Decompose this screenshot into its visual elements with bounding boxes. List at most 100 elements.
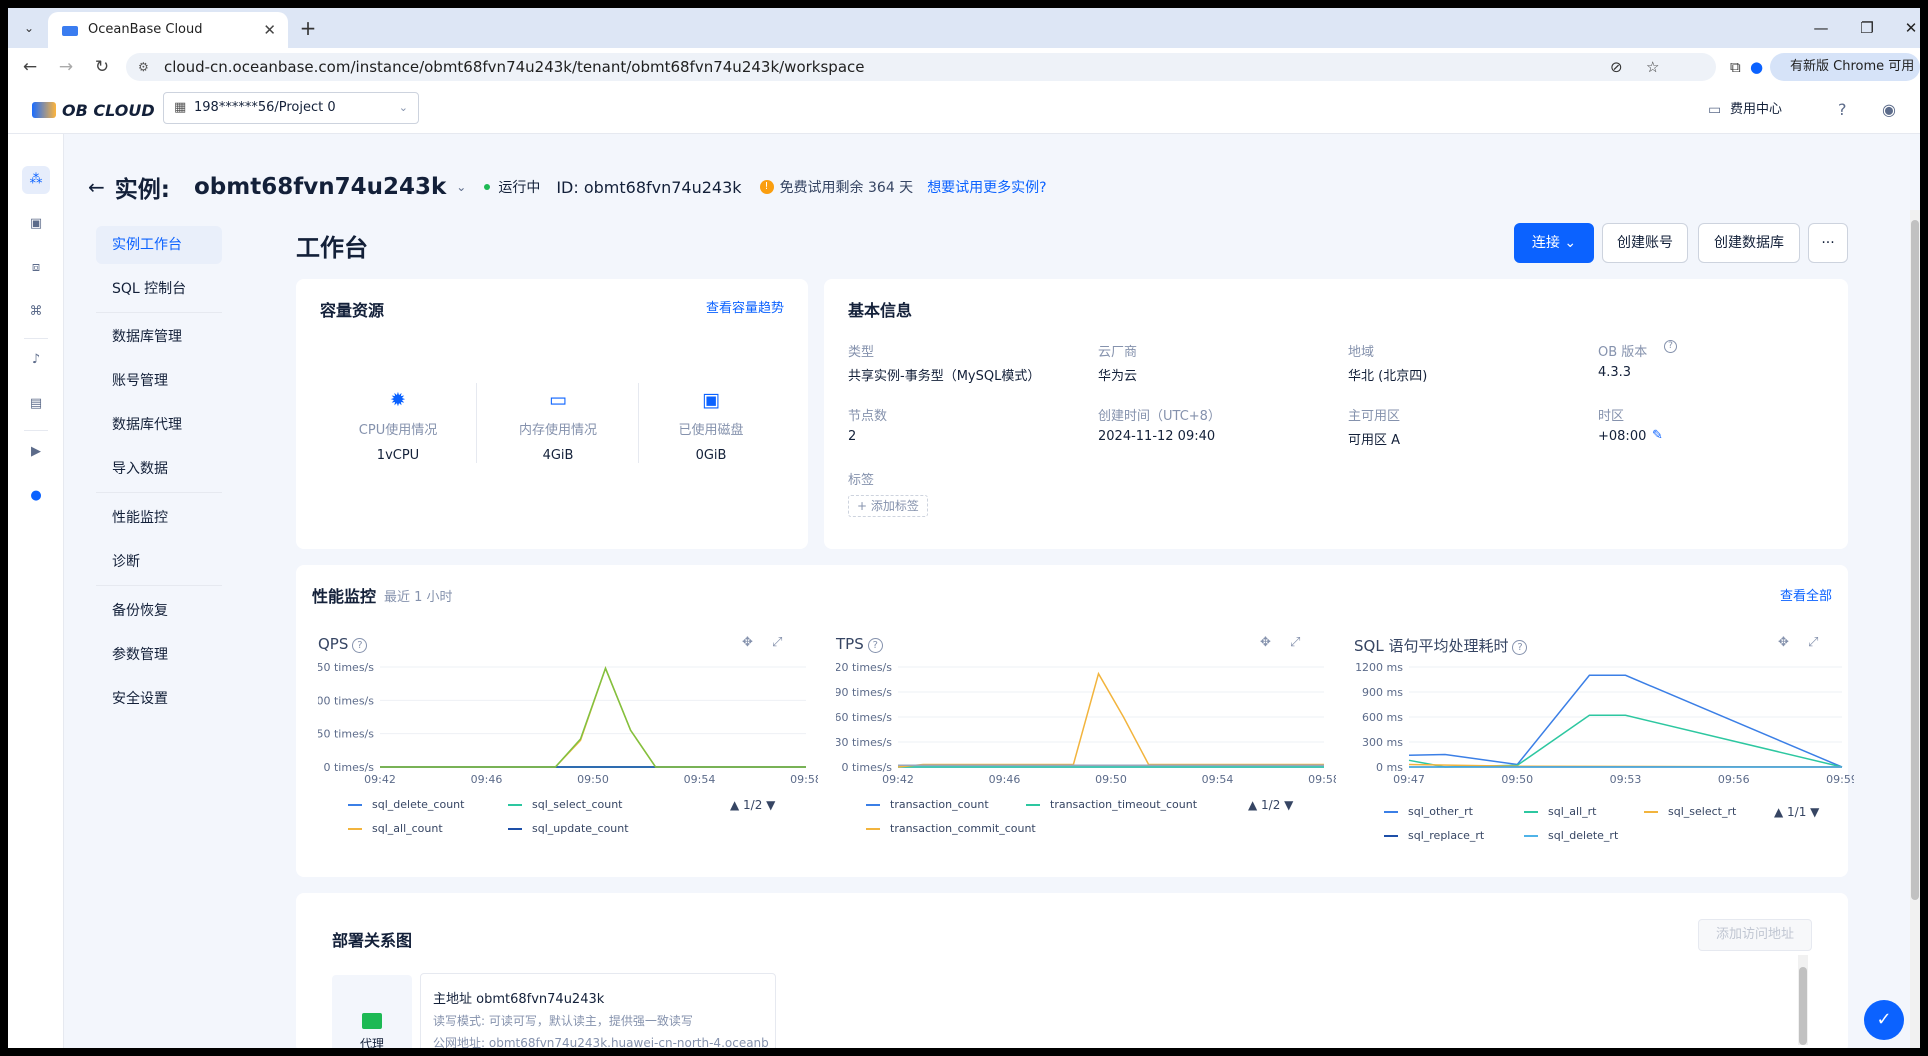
add-access-address-button[interactable]: 添加访问地址 bbox=[1698, 919, 1812, 951]
subnav-import-data[interactable]: 导入数据 bbox=[96, 450, 222, 488]
subnav-sql-console[interactable]: SQL 控制台 bbox=[96, 270, 222, 308]
create-database-button[interactable]: 创建数据库 bbox=[1698, 223, 1800, 263]
reload-icon[interactable]: ↻ bbox=[88, 54, 116, 80]
capacity-trend-link[interactable]: 查看容量趋势 bbox=[706, 297, 784, 316]
status-badge: 运行中 bbox=[498, 180, 541, 196]
integration-icon[interactable]: ⌘ bbox=[22, 298, 50, 326]
subnav-workspace[interactable]: 实例工作台 bbox=[96, 226, 222, 264]
legend-pager[interactable]: ▲ 1/2 ▼ bbox=[730, 798, 775, 812]
legend-item[interactable]: sql_select_count bbox=[508, 798, 623, 811]
logo-mark-icon bbox=[32, 102, 56, 118]
console-icon[interactable]: ▣ bbox=[22, 210, 50, 238]
subnav-backup-restore[interactable]: 备份恢复 bbox=[96, 592, 222, 630]
create-account-button[interactable]: 创建账号 bbox=[1602, 223, 1688, 263]
subnav-performance[interactable]: 性能监控 bbox=[96, 499, 222, 537]
video-icon[interactable]: ▶ bbox=[22, 438, 50, 466]
lightbulb-icon[interactable]: ● bbox=[22, 482, 50, 510]
legend-pager[interactable]: ▲ 1/1 ▼ bbox=[1774, 805, 1819, 819]
minimize-window-button[interactable]: — bbox=[1798, 8, 1844, 48]
legend-item[interactable]: sql_select_rt bbox=[1644, 805, 1736, 818]
forward-arrow-icon[interactable]: → bbox=[52, 54, 80, 80]
help-icon[interactable]: ? bbox=[1512, 640, 1528, 655]
drag-move-icon[interactable]: ✥ bbox=[1778, 635, 1789, 650]
project-selector[interactable]: ▦ 198******56/Project 0 ⌄ bbox=[163, 92, 419, 124]
legend-label: sql_delete_count bbox=[372, 798, 465, 811]
legend-swatch bbox=[1384, 834, 1398, 837]
subnav-diagnosis[interactable]: 诊断 bbox=[96, 543, 222, 581]
legend-item[interactable]: transaction_commit_count bbox=[866, 822, 1036, 835]
drag-move-icon[interactable]: ✥ bbox=[1260, 635, 1271, 650]
tab-search-button[interactable]: ⌄ bbox=[16, 16, 42, 40]
instance-name[interactable]: obmt68fvn74u243k bbox=[194, 174, 446, 200]
bookmark-star-icon[interactable]: ☆ bbox=[1646, 53, 1659, 81]
y-tick-label: 90 times/s bbox=[836, 686, 892, 699]
help-icon[interactable]: ? bbox=[867, 638, 883, 653]
legend-item[interactable]: sql_delete_count bbox=[348, 798, 464, 811]
help-icon[interactable]: ? bbox=[352, 638, 368, 653]
chrome-update-button[interactable]: 有新版 Chrome 可用 bbox=[1770, 53, 1920, 81]
cpu-usage: ✹ CPU使用情况 1vCPU bbox=[318, 389, 478, 463]
subnav-database-mgmt[interactable]: 数据库管理 bbox=[96, 318, 222, 356]
site-settings-icon[interactable]: ⚙ bbox=[138, 53, 149, 81]
field-label: 地域 bbox=[1348, 345, 1375, 360]
migration-icon[interactable]: ⧈ bbox=[22, 254, 50, 282]
billing-center-link[interactable]: 费用中心 bbox=[1730, 86, 1782, 134]
close-tab-icon[interactable]: ✕ bbox=[263, 12, 276, 48]
subnav-account-mgmt[interactable]: 账号管理 bbox=[96, 362, 222, 400]
x-tick-label: 09:58 bbox=[1308, 773, 1336, 786]
expand-icon[interactable]: ⤢ bbox=[1808, 635, 1818, 650]
legend-item[interactable]: sql_all_count bbox=[348, 822, 443, 835]
help-icon[interactable]: ? bbox=[1838, 86, 1847, 134]
more-actions-button[interactable]: ··· bbox=[1808, 223, 1848, 263]
subnav-security[interactable]: 安全设置 bbox=[96, 680, 222, 718]
y-tick-label: 60 times/s bbox=[836, 711, 892, 724]
ob-cloud-logo[interactable]: OB CLOUD bbox=[32, 98, 155, 122]
browser-tab[interactable]: OceanBase Cloud ✕ bbox=[48, 12, 288, 48]
back-arrow-icon[interactable]: ← bbox=[16, 54, 44, 80]
building-icon: ▦ bbox=[174, 100, 187, 115]
expand-icon[interactable]: ⤢ bbox=[1290, 635, 1300, 650]
legend-item[interactable]: sql_update_count bbox=[508, 822, 629, 835]
address-bar[interactable]: ⚙ cloud-cn.oceanbase.com/instance/obmt68… bbox=[126, 53, 1716, 81]
primary-address-box[interactable]: 主地址 obmt68fvn74u243k 读写模式: 可读可写，默认读主，提供强… bbox=[420, 973, 776, 1048]
edit-pencil-icon[interactable]: ✎ bbox=[1652, 428, 1663, 443]
task-check-button[interactable]: ✓ bbox=[1864, 1000, 1904, 1040]
x-tick-label: 09:54 bbox=[684, 773, 716, 786]
help-icon[interactable]: ? bbox=[1664, 340, 1677, 353]
proxy-node[interactable]: 代理 bbox=[332, 975, 412, 1048]
alert-bell-icon[interactable]: ♪ bbox=[22, 346, 50, 374]
field-value: 华北 (北京四) bbox=[1348, 369, 1428, 384]
subnav-db-proxy[interactable]: 数据库代理 bbox=[96, 406, 222, 444]
add-tag-button[interactable]: + 添加标签 bbox=[848, 495, 928, 517]
back-arrow-icon[interactable]: ← bbox=[88, 175, 105, 199]
top-header: OB CLOUD ▦ 198******56/Project 0 ⌄ ▭ 费用中… bbox=[8, 86, 1920, 134]
close-window-button[interactable]: ✕ bbox=[1888, 8, 1920, 48]
legend-item[interactable]: transaction_count bbox=[866, 798, 989, 811]
eye-off-icon[interactable]: ⊘ bbox=[1610, 53, 1623, 81]
scroll-thumb[interactable] bbox=[1799, 967, 1807, 1045]
legend-item[interactable]: sql_delete_rt bbox=[1524, 829, 1618, 842]
chart-title-text: SQL 语句平均处理耗时 bbox=[1354, 637, 1509, 655]
more-instances-link[interactable]: 想要试用更多实例? bbox=[927, 177, 1046, 197]
chevron-down-icon[interactable]: ⌄ bbox=[456, 180, 466, 194]
drag-move-icon[interactable]: ✥ bbox=[742, 635, 753, 650]
new-tab-button[interactable]: + bbox=[294, 14, 322, 42]
page-scrollbar[interactable] bbox=[1910, 210, 1920, 1048]
instances-icon[interactable]: ⁂ bbox=[22, 166, 50, 194]
restore-window-button[interactable]: ❐ bbox=[1844, 8, 1890, 48]
expand-icon[interactable]: ⤢ bbox=[772, 635, 782, 650]
user-avatar-icon[interactable]: ◉ bbox=[1882, 86, 1896, 134]
legend-item[interactable]: transaction_timeout_count bbox=[1026, 798, 1197, 811]
scroll-thumb[interactable] bbox=[1911, 220, 1919, 900]
subnav-parameters[interactable]: 参数管理 bbox=[96, 636, 222, 674]
profile-icon[interactable]: ● bbox=[1750, 54, 1763, 80]
legend-pager[interactable]: ▲ 1/2 ▼ bbox=[1248, 798, 1293, 812]
audit-icon[interactable]: ▤ bbox=[22, 390, 50, 418]
view-all-link[interactable]: 查看全部 bbox=[1780, 585, 1832, 604]
legend-item[interactable]: sql_replace_rt bbox=[1384, 829, 1484, 842]
legend-item[interactable]: sql_other_rt bbox=[1384, 805, 1473, 818]
connect-button[interactable]: 连接 ⌄ bbox=[1514, 223, 1594, 263]
extensions-icon[interactable]: ⧉ bbox=[1730, 54, 1741, 80]
deployment-scrollbar[interactable] bbox=[1798, 955, 1808, 1045]
legend-item[interactable]: sql_all_rt bbox=[1524, 805, 1596, 818]
